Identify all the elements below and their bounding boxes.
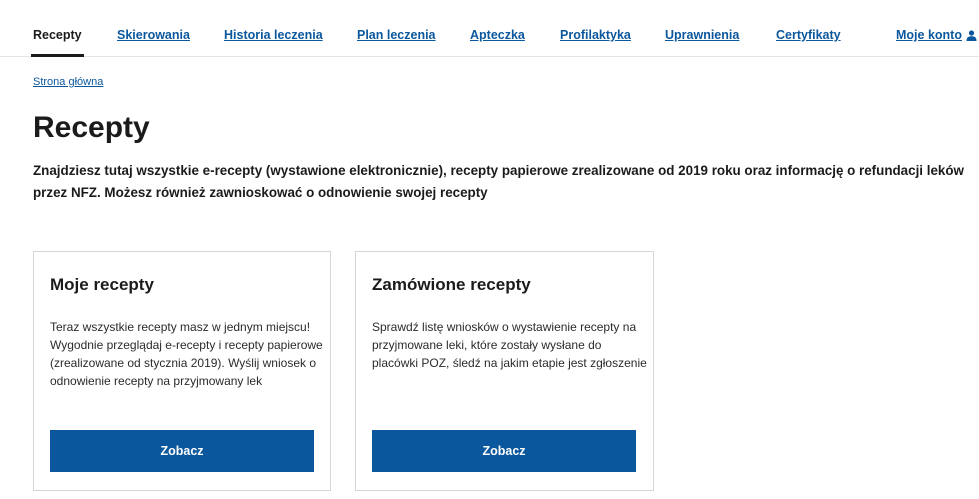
nav-item-certyfikaty[interactable]: Certyfikaty (776, 27, 841, 43)
nav-item-recepty[interactable]: Recepty (31, 27, 84, 57)
nav-item-historia-leczenia[interactable]: Historia leczenia (224, 27, 323, 43)
nav-item-plan-leczenia[interactable]: Plan leczenia (357, 27, 436, 43)
zobacz-zamowione-recepty-button[interactable]: Zobacz (372, 430, 636, 472)
card-zamowione-recepty: Zamówione recepty Sprawdź listę wniosków… (355, 251, 654, 491)
account-label: Moje konto (896, 28, 962, 42)
nav-item-skierowania[interactable]: Skierowania (117, 27, 190, 43)
nav-item-moje-konto[interactable]: Moje konto (896, 27, 977, 43)
nav-item-profilaktyka[interactable]: Profilaktyka (560, 27, 631, 43)
card-title: Moje recepty (50, 275, 154, 294)
card-description: Sprawdź listę wniosków o wystawienie rec… (372, 320, 647, 370)
top-navigation: Recepty Skierowania Historia leczenia Pl… (0, 0, 979, 57)
nav-item-uprawnienia[interactable]: Uprawnienia (665, 27, 739, 43)
person-icon (966, 30, 977, 41)
breadcrumb-home-link[interactable]: Strona główna (33, 76, 103, 88)
card-moje-recepty: Moje recepty Teraz wszystkie recepty mas… (33, 251, 331, 491)
page: Recepty Skierowania Historia leczenia Pl… (0, 0, 979, 499)
page-title: Recepty (33, 111, 150, 144)
card-description: Teraz wszystkie recepty masz w jednym mi… (50, 320, 323, 388)
zobacz-moje-recepty-button[interactable]: Zobacz (50, 430, 314, 472)
card-title: Zamówione recepty (372, 275, 531, 294)
intro-text: Znajdziesz tutaj wszystkie e-recepty (wy… (33, 163, 964, 200)
nav-item-apteczka[interactable]: Apteczka (470, 27, 525, 43)
